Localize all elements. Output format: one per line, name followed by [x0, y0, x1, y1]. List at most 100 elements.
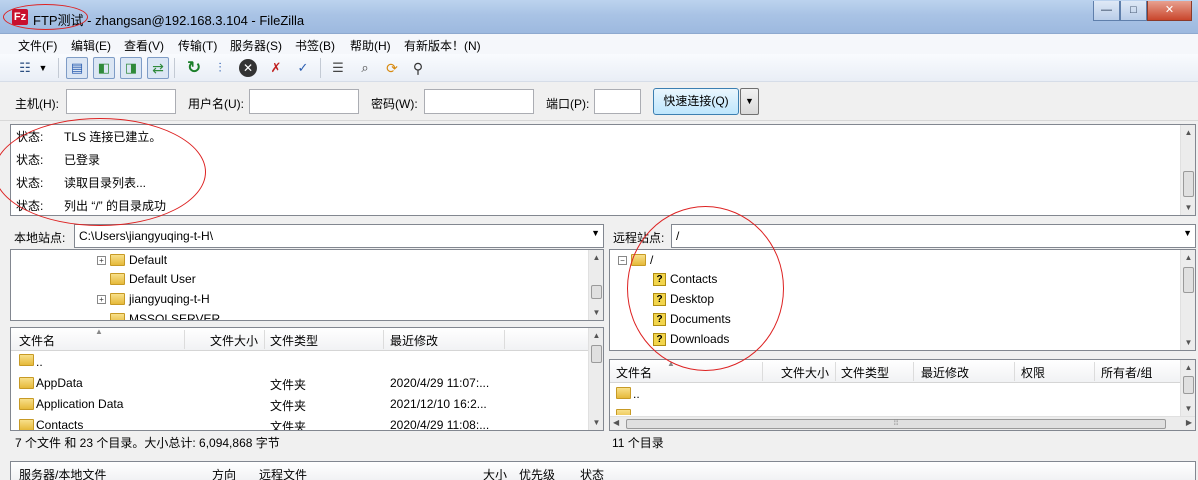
col-priority[interactable]: 优先级: [519, 466, 555, 480]
scroll-up-icon[interactable]: ▲: [589, 250, 603, 265]
username-input[interactable]: [249, 89, 359, 114]
tree-item-user-home[interactable]: + jiangyuqing-t-H: [97, 289, 210, 309]
reconnect-icon[interactable]: ✓: [292, 57, 314, 79]
scroll-thumb[interactable]: ⦙⦙⦙: [626, 419, 1166, 429]
scroll-down-icon[interactable]: ▼: [1181, 335, 1195, 350]
toggle-local-tree-icon[interactable]: ◧: [93, 57, 115, 79]
file-row-parent[interactable]: ..: [11, 352, 590, 373]
host-input[interactable]: [66, 89, 176, 114]
menu-edit[interactable]: 编辑(E): [71, 37, 111, 54]
scroll-down-icon[interactable]: ▼: [589, 305, 603, 320]
remote-list-scrollbar[interactable]: ▲ ▼: [1180, 360, 1195, 416]
file-row[interactable]: Contacts 文件夹 2020/4/29 11:08:...: [11, 415, 590, 430]
filter-icon[interactable]: ☰: [327, 57, 349, 79]
quickconnect-button[interactable]: 快速连接(Q): [653, 88, 739, 115]
minimize-button[interactable]: —: [1093, 1, 1120, 21]
menu-server[interactable]: 服务器(S): [230, 37, 282, 54]
file-row[interactable]: AppData 文件夹 2020/4/29 11:07:...: [11, 373, 590, 394]
menu-file[interactable]: 文件(F): [18, 37, 57, 54]
unknown-folder-icon: ?: [653, 292, 666, 306]
tree-item-root[interactable]: − /: [618, 250, 653, 270]
tree-item-documents[interactable]: ? Documents: [653, 309, 731, 329]
chevron-down-icon[interactable]: ▼: [591, 228, 600, 238]
local-tree[interactable]: + Default Default User + jiangyuqing-t-H M…: [10, 249, 604, 321]
col-owner-group[interactable]: 所有者/组: [1101, 364, 1152, 381]
log-scrollbar[interactable]: ▲ ▼: [1180, 125, 1195, 215]
menu-transfer[interactable]: 传输(T): [178, 37, 217, 54]
scroll-thumb[interactable]: [591, 285, 602, 299]
unknown-folder-icon: ?: [653, 272, 666, 286]
col-status[interactable]: 状态: [580, 466, 604, 480]
port-input[interactable]: [594, 89, 641, 114]
scroll-thumb[interactable]: [1183, 171, 1194, 197]
local-tree-scrollbar[interactable]: ▲ ▼: [588, 250, 603, 320]
tree-item-mssqlserver[interactable]: MSSQLSERVER: [110, 309, 220, 320]
scroll-down-icon[interactable]: ▼: [1181, 401, 1195, 416]
transfer-queue-icon[interactable]: ⇄: [147, 57, 169, 79]
maximize-button[interactable]: □: [1120, 1, 1147, 21]
remote-tree-scrollbar[interactable]: ▲ ▼: [1180, 250, 1195, 350]
menu-view[interactable]: 查看(V): [124, 37, 164, 54]
col-filesize[interactable]: 文件大小: [781, 364, 829, 381]
scroll-up-icon[interactable]: ▲: [589, 328, 603, 343]
col-permissions[interactable]: 权限: [1021, 364, 1045, 381]
sync-browse-icon[interactable]: ⟳: [381, 57, 403, 79]
process-queue-icon[interactable]: ⫶: [209, 57, 231, 79]
local-list-scrollbar[interactable]: ▲ ▼: [588, 328, 603, 430]
quickconnect-dropdown[interactable]: ▼: [740, 88, 759, 115]
toggle-log-icon[interactable]: ▤: [66, 57, 88, 79]
scroll-up-icon[interactable]: ▲: [1181, 250, 1195, 265]
scroll-down-icon[interactable]: ▼: [589, 415, 603, 430]
scroll-thumb[interactable]: [591, 345, 602, 363]
col-filesize[interactable]: 文件大小: [210, 332, 258, 349]
password-input[interactable]: [424, 89, 534, 114]
scroll-up-icon[interactable]: ▲: [1181, 360, 1195, 375]
toggle-remote-tree-icon[interactable]: ◨: [120, 57, 142, 79]
close-button[interactable]: ✕: [1147, 1, 1192, 21]
col-filename[interactable]: 文件名: [616, 364, 652, 381]
menu-bookmarks[interactable]: 书签(B): [295, 37, 335, 54]
scroll-thumb[interactable]: [1183, 267, 1194, 293]
col-server-local-file[interactable]: 服务器/本地文件: [19, 466, 106, 480]
remote-file-list[interactable]: 文件名 ▲ 文件大小 文件类型 最近修改 权限 所有者/组 .. ▲ ▼ ◀ ⦙…: [609, 359, 1196, 431]
local-site-label: 本地站点:: [14, 231, 66, 245]
col-filetype[interactable]: 文件类型: [270, 332, 318, 349]
remote-path-input[interactable]: / ▼: [671, 224, 1196, 248]
tree-item-downloads[interactable]: ? Downloads: [653, 329, 729, 349]
menu-new-version[interactable]: 有新版本！(N): [404, 37, 481, 54]
tree-item-contacts[interactable]: ? Contacts: [653, 269, 717, 289]
remote-tree[interactable]: − / ? Contacts ? Desktop ? Documents ? Downlo…: [609, 249, 1196, 351]
site-manager-icon[interactable]: ☷: [14, 57, 36, 79]
col-modified[interactable]: 最近修改: [921, 364, 969, 381]
col-direction[interactable]: 方向: [212, 466, 236, 480]
tree-item-desktop[interactable]: ? Desktop: [653, 289, 714, 309]
col-modified[interactable]: 最近修改: [390, 332, 438, 349]
disconnect-icon[interactable]: ✗: [265, 57, 287, 79]
scroll-right-icon[interactable]: ▶: [1186, 418, 1192, 427]
search-icon[interactable]: ⚲: [407, 57, 429, 79]
message-log[interactable]: 状态: TLS 连接已建立。 状态: 已登录 状态: 读取目录列表... 状态: 列出 …: [10, 124, 1196, 216]
col-size[interactable]: 大小: [483, 466, 507, 480]
file-row-parent[interactable]: ..: [610, 384, 1182, 405]
scroll-left-icon[interactable]: ◀: [613, 418, 619, 427]
col-filetype[interactable]: 文件类型: [841, 364, 889, 381]
refresh-icon[interactable]: ↻: [183, 57, 205, 79]
local-file-list[interactable]: 文件名 ▲ 文件大小 文件类型 最近修改 .. AppData 文件夹 2020…: [10, 327, 604, 431]
file-row[interactable]: Application Data 文件夹 2021/12/10 16:2...: [11, 394, 590, 415]
col-filename[interactable]: 文件名: [19, 332, 55, 349]
col-remote-file[interactable]: 远程文件: [259, 466, 307, 480]
scroll-thumb[interactable]: [1183, 376, 1194, 394]
scroll-up-icon[interactable]: ▲: [1181, 125, 1196, 140]
menu-help[interactable]: 帮助(H): [350, 37, 391, 54]
tree-item-default[interactable]: + Default: [97, 250, 167, 270]
tree-item-default-user[interactable]: Default User: [110, 269, 196, 289]
file-row-partial[interactable]: [610, 405, 1182, 415]
cancel-icon[interactable]: ✕: [237, 57, 259, 79]
remote-list-hscrollbar[interactable]: ◀ ⦙⦙⦙ ▶: [610, 416, 1195, 430]
expand-icon: +: [97, 294, 106, 304]
dropdown-arrow-icon[interactable]: ▼: [36, 57, 50, 79]
chevron-down-icon[interactable]: ▼: [1183, 228, 1192, 238]
local-path-input[interactable]: C:\Users\jiangyuqing-t-H\ ▼: [74, 224, 604, 248]
scroll-down-icon[interactable]: ▼: [1181, 200, 1196, 215]
compare-icon[interactable]: ⌕: [354, 57, 376, 79]
